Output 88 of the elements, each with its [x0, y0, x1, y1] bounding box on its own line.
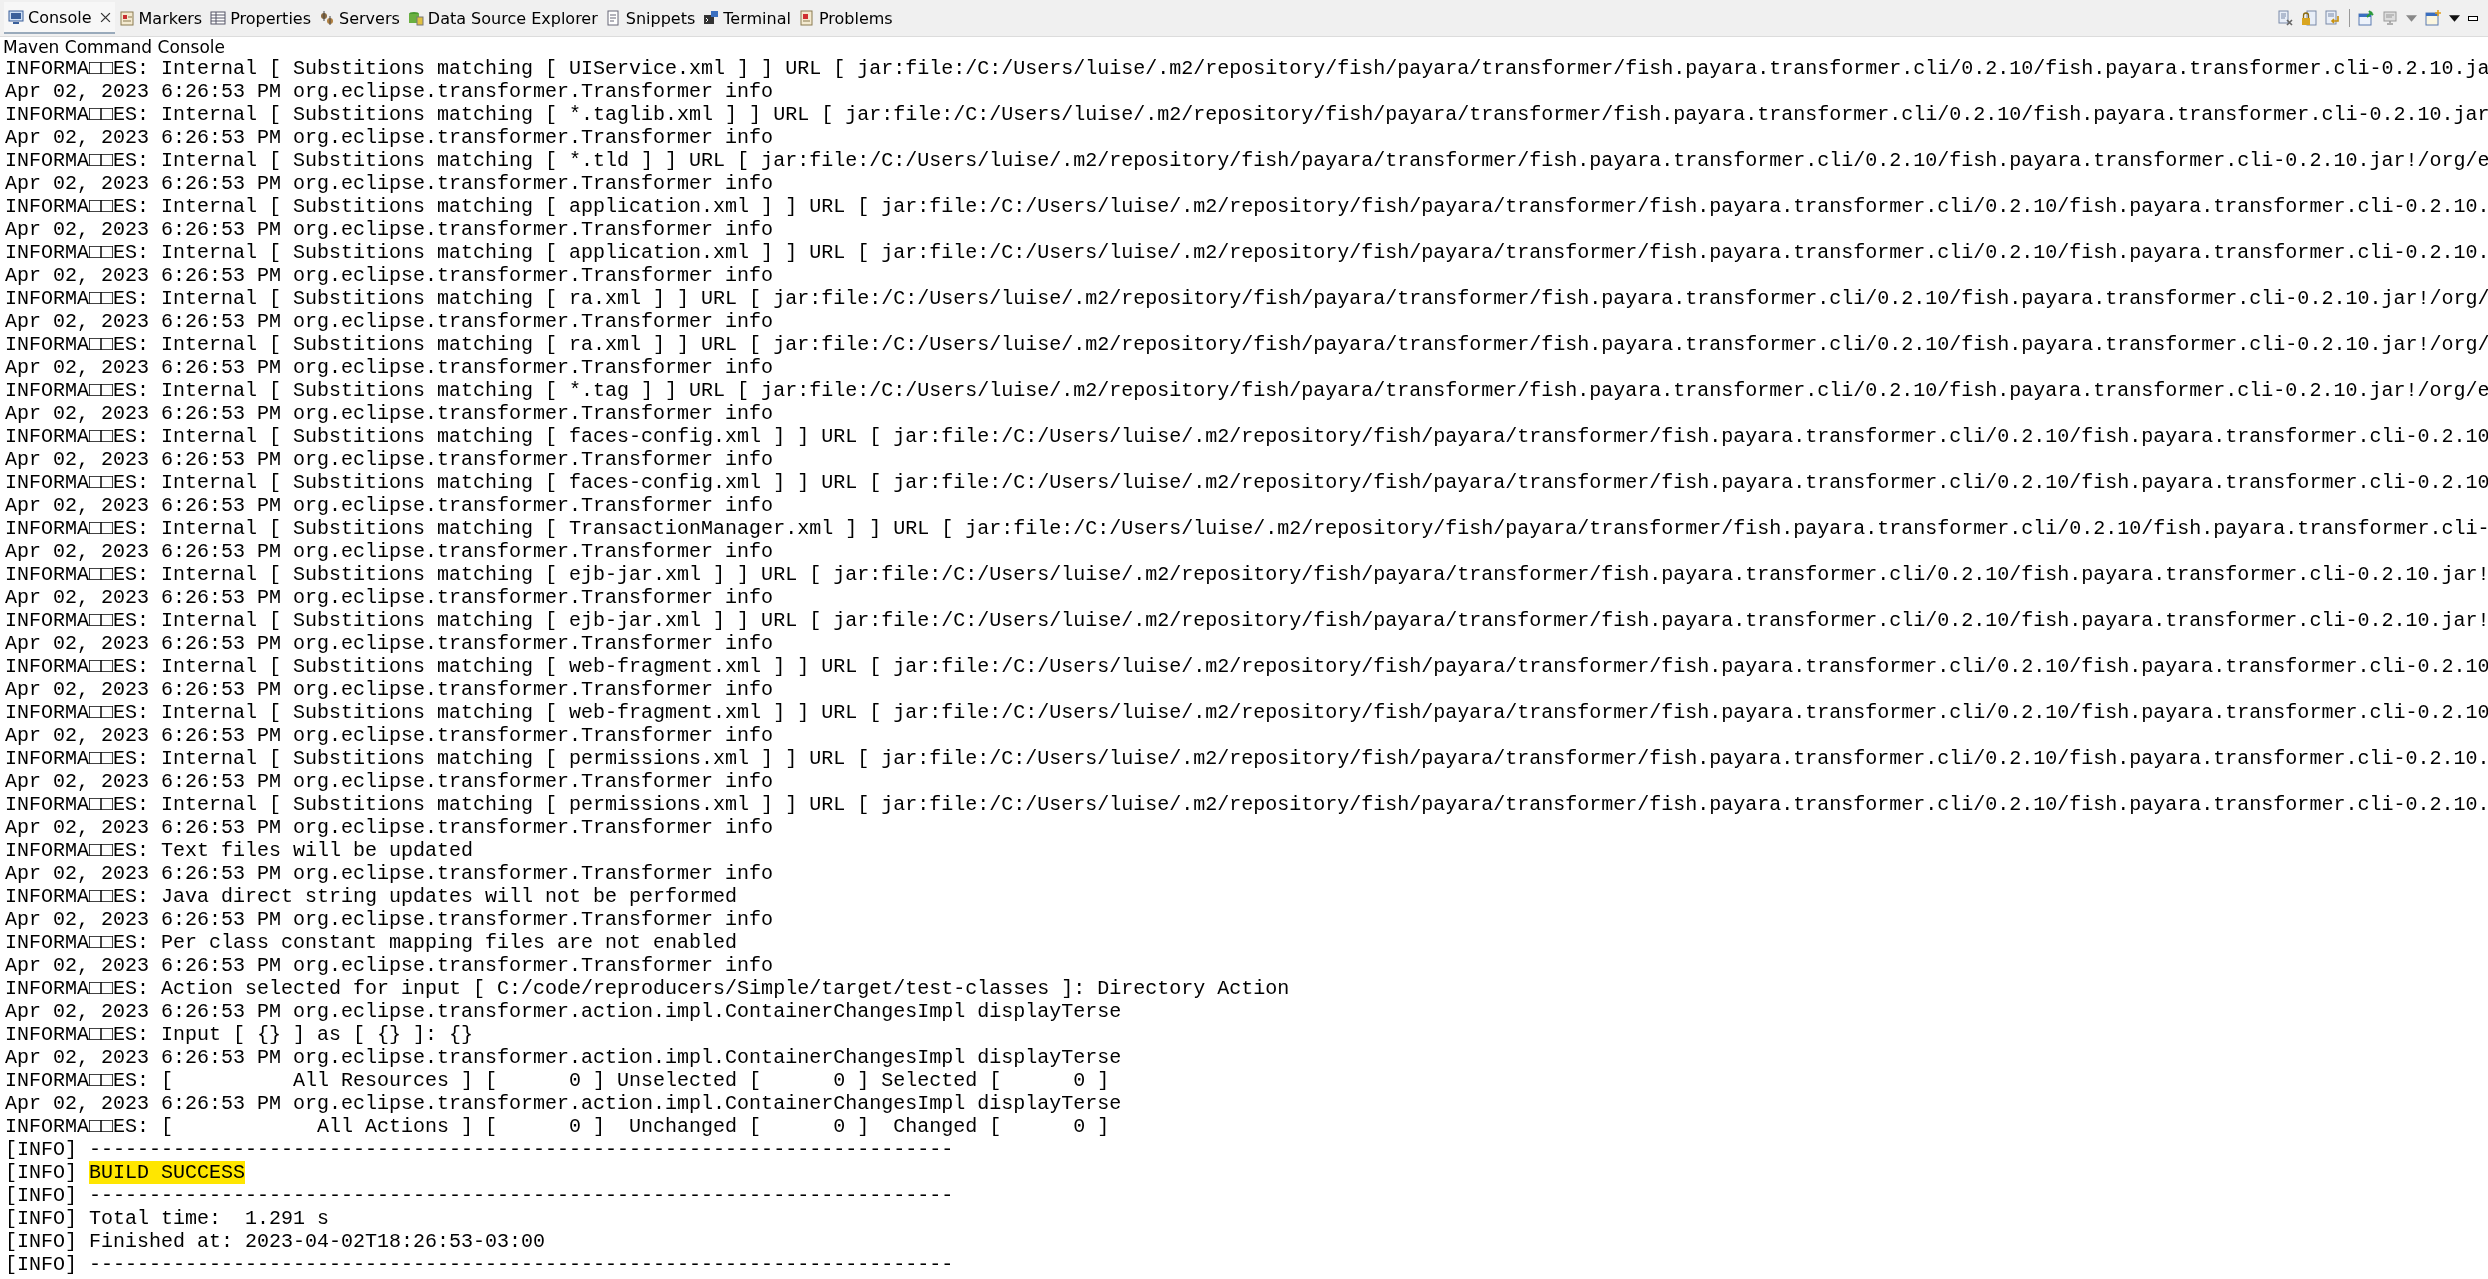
log-line: Apr 02, 2023 6:26:53 PM org.eclipse.transformer.Transformer info: [5, 724, 774, 747]
log-line: Apr 02, 2023 6:26:53 PM org.eclipse.transformer.Transformer info: [5, 218, 774, 241]
log-line: [INFO] ------------------------------------------------------------------------: [5, 1138, 954, 1161]
log-line: Apr 02, 2023 6:26:53 PM org.eclipse.transformer.action.impl.ContainerChangesImpl displayTerse: [5, 1092, 1122, 1115]
lock-icon[interactable]: [2301, 10, 2317, 26]
log-line: INFORMA□□ES: Internal [ Substitions matching [ ra.xml ] ] URL [ jar:file:/C:/Users/luise/.m2/repository/fish/payara/transformer/fish.payara.transformer.cli/0.2.10/fish.payara.transformer.cli-0.2.10.jar!/org/: [5, 333, 2488, 356]
view-tab[interactable]: Console: [4, 2, 115, 34]
view-menu-icon[interactable]: [2449, 14, 2460, 22]
log-text: [INFO]: [5, 1161, 77, 1184]
view-tab[interactable]: Terminal: [699, 3, 795, 33]
log-line: Apr 02, 2023 6:26:53 PM org.eclipse.transformer.Transformer info: [5, 494, 774, 517]
tab-label[interactable]: Problems: [818, 8, 893, 28]
log-line: Apr 02, 2023 6:26:53 PM org.eclipse.transformer.Transformer info: [5, 402, 774, 425]
view-tab[interactable]: Markers: [114, 3, 207, 33]
log-line: INFORMA□□ES: Internal [ Substitions matching [ TransactionManager.xml ] ] URL [ jar:file:/C:/Users/luise/.m2/repository/fish/payara/transformer/fish.payara.transformer.cli/0.2.10/fish.payara.transformer.cli-: [5, 517, 2488, 540]
console-title: Maven Command Console: [2, 37, 226, 57]
tab-label[interactable]: Data Source Explorer: [427, 8, 598, 28]
new-window-icon[interactable]: [2425, 10, 2441, 26]
log-line: Apr 02, 2023 6:26:53 PM org.eclipse.transformer.Transformer info: [5, 356, 774, 379]
log-line: Apr 02, 2023 6:26:53 PM org.eclipse.transformer.Transformer info: [5, 586, 774, 609]
log-line: Apr 02, 2023 6:26:53 PM org.eclipse.transformer.Transformer info: [5, 862, 774, 885]
log-line: [INFO] ------------------------------------------------------------------------: [5, 1184, 954, 1207]
tab-label[interactable]: Terminal: [723, 8, 791, 28]
tab-label[interactable]: Snippets: [625, 8, 696, 28]
close-icon[interactable]: [99, 11, 111, 23]
log-line: Apr 02, 2023 6:26:53 PM org.eclipse.transformer.Transformer info: [5, 448, 774, 471]
document-icon: [605, 10, 622, 26]
log-line: Apr 02, 2023 6:26:53 PM org.eclipse.transformer.Transformer info: [5, 632, 774, 655]
tab-label[interactable]: Properties: [230, 8, 311, 28]
log-line: INFORMA□□ES: Internal [ Substitions matching [ ejb-jar.xml ] ] URL [ jar:file:/C:/Users/luise/.m2/repository/fish/payara/transformer/fish.payara.transformer.cli/0.2.10/fish.payara.transformer.cli-0.2.10.jar!: [5, 563, 2488, 586]
highlighted-text: BUILD SUCCESS: [89, 1161, 246, 1184]
tab-label[interactable]: Markers: [138, 8, 203, 28]
log-line: [INFO] Total time: 1.291 s: [5, 1207, 330, 1230]
minimize-icon[interactable]: [2468, 15, 2478, 21]
log-line: Apr 02, 2023 6:26:53 PM org.eclipse.transformer.action.impl.ContainerChangesImpl displayTerse: [5, 1000, 1122, 1023]
log-line: Apr 02, 2023 6:26:53 PM org.eclipse.transformer.Transformer info: [5, 126, 774, 149]
log-line: Apr 02, 2023 6:26:53 PM org.eclipse.transformer.Transformer info: [5, 310, 774, 333]
log-line: INFORMA□□ES: Internal [ Substitions matching [ UIService.xml ] ] URL [ jar:file:/C:/Users/luise/.m2/repository/fish/payara/transformer/fish.payara.transformer.cli/0.2.10/fish.payara.transformer.cli-0.2.10.ja: [5, 57, 2488, 80]
log-line: INFORMA□□ES: Input [ {} ] as [ {} ]: {}: [5, 1023, 474, 1046]
pin-icon[interactable]: [2358, 10, 2374, 26]
database-icon: [407, 10, 424, 26]
log-line: INFORMA□□ES: Java direct string updates will not be performed: [5, 885, 738, 908]
log-line: [INFO] ------------------------------------------------------------------------: [5, 1253, 954, 1276]
log-line: Apr 02, 2023 6:26:53 PM org.eclipse.transformer.Transformer info: [5, 80, 774, 103]
log-line: INFORMA□□ES: Internal [ Substitions matching [ permissions.xml ] ] URL [ jar:file:/C:/Users/luise/.m2/repository/fish/payara/transformer/fish.payara.transformer.cli/0.2.10/fish.payara.transformer.cli-0.2.10.: [5, 747, 2488, 770]
log-line: INFORMA□□ES: Internal [ Substitions matching [ application.xml ] ] URL [ jar:file:/C:/Users/luise/.m2/repository/fish/payara/transformer/fish.payara.transformer.cli/0.2.10/fish.payara.transformer.cli-0.2.10.: [5, 195, 2488, 218]
log-line: Apr 02, 2023 6:26:53 PM org.eclipse.transformer.Transformer info: [5, 770, 774, 793]
log-line: Apr 02, 2023 6:26:53 PM org.eclipse.transformer.Transformer info: [5, 678, 774, 701]
log-line: INFORMA□□ES: Internal [ Substitions matching [ ejb-jar.xml ] ] URL [ jar:file:/C:/Users/luise/.m2/repository/fish/payara/transformer/fish.payara.transformer.cli/0.2.10/fish.payara.transformer.cli-0.2.10.jar!: [5, 609, 2488, 632]
log-line: INFORMA□□ES: Internal [ Substitions matching [ *.tld ] ] URL [ jar:file:/C:/Users/luise/.m2/repository/fish/payara/transformer/fish.payara.transformer.cli/0.2.10/fish.payara.transformer.cli-0.2.10.jar!/org/e: [5, 149, 2488, 172]
log-line: INFORMA□□ES: Internal [ Substitions matching [ *.taglib.xml ] ] URL [ jar:file:/C:/Users/luise/.m2/repository/fish/payara/transformer/fish.payara.transformer.cli/0.2.10/fish.payara.transformer.cli-0.2.10.jar: [5, 103, 2488, 126]
log-line: INFORMA□□ES: [ All Resources ] [ 0 ] Unselected [ 0 ] Selected [ 0 ]: [5, 1069, 1110, 1092]
log-line: Apr 02, 2023 6:26:53 PM org.eclipse.transformer.Transformer info: [5, 264, 774, 287]
log-line: INFORMA□□ES: Internal [ Substitions matching [ web-fragment.xml ] ] URL [ jar:file:/C:/Users/luise/.m2/repository/fish/payara/transformer/fish.payara.transformer.cli/0.2.10/fish.payara.transformer.cli-0.2.10: [5, 701, 2488, 724]
log-line: Apr 02, 2023 6:26:53 PM org.eclipse.transformer.Transformer info: [5, 540, 774, 563]
log-line: INFORMA□□ES: Internal [ Substitions matching [ faces-config.xml ] ] URL [ jar:file:/C:/Users/luise/.m2/repository/fish/payara/transformer/fish.payara.transformer.cli/0.2.10/fish.payara.transformer.cli-0.2.10: [5, 425, 2488, 448]
view-tab[interactable]: Properties: [206, 3, 315, 33]
log-line: INFORMA□□ES: Internal [ Substitions matching [ web-fragment.xml ] ] URL [ jar:file:/C:/Users/luise/.m2/repository/fish/payara/transformer/fish.payara.transformer.cli/0.2.10/fish.payara.transformer.cli-0.2.10: [5, 655, 2488, 678]
view-tab[interactable]: Problems: [794, 3, 897, 33]
log-line: Apr 02, 2023 6:26:53 PM org.eclipse.transformer.Transformer info: [5, 908, 774, 931]
log-line: INFORMA□□ES: Internal [ Substitions matching [ ra.xml ] ] URL [ jar:file:/C:/Users/luise/.m2/repository/fish/payara/transformer/fish.payara.transformer.cli/0.2.10/fish.payara.transformer.cli-0.2.10.jar!/org/: [5, 287, 2488, 310]
log-line: Apr 02, 2023 6:26:53 PM org.eclipse.transformer.Transformer info: [5, 954, 774, 977]
log-line: Apr 02, 2023 6:26:53 PM org.eclipse.transformer.action.impl.ContainerChangesImpl displayTerse: [5, 1046, 1122, 1069]
gears-icon: [319, 10, 335, 26]
table-icon: [210, 10, 227, 26]
terminal-icon: [703, 10, 720, 26]
log-line: INFORMA□□ES: Per class constant mapping files are not enabled: [5, 931, 738, 954]
dropdown-caret-icon[interactable]: [2406, 14, 2417, 22]
tab-label[interactable]: Servers: [339, 8, 400, 28]
document-icon: [798, 10, 815, 26]
log-line: [INFO] Finished at: 2023-04-02T18:26:53-03:00: [5, 1230, 546, 1253]
view-tab[interactable]: Data Source Explorer: [403, 3, 602, 33]
log-line: INFORMA□□ES: Internal [ Substitions matching [ application.xml ] ] URL [ jar:file:/C:/Users/luise/.m2/repository/fish/payara/transformer/fish.payara.transformer.cli/0.2.10/fish.payara.transformer.cli-0.2.10.: [5, 241, 2488, 264]
word-wrap-icon[interactable]: [2325, 10, 2341, 26]
log-line: INFORMA□□ES: Text files will be updated: [5, 839, 474, 862]
log-line: INFORMA□□ES: Internal [ Substitions matching [ *.tag ] ] URL [ jar:file:/C:/Users/luise/.m2/repository/fish/payara/transformer/fish.payara.transformer.cli/0.2.10/fish.payara.transformer.cli-0.2.10.jar!/org/e: [5, 379, 2488, 402]
log-line: INFORMA□□ES: [ All Actions ] [ 0 ] Unchanged [ 0 ] Changed [ 0 ]: [5, 1115, 1110, 1138]
monitor-icon: [8, 9, 24, 25]
log-line: INFORMA□□ES: Action selected for input [ C:/code/reproducers/Simple/target/test-classes ]: Directory Action: [5, 977, 1290, 1000]
log-line: INFORMA□□ES: Internal [ Substitions matching [ faces-config.xml ] ] URL [ jar:file:/C:/Users/luise/.m2/repository/fish/payara/transformer/fish.payara.transformer.cli/0.2.10/fish.payara.transformer.cli-0.2.10: [5, 471, 2488, 494]
view-tab[interactable]: Servers: [315, 3, 404, 33]
log-line: INFORMA□□ES: Internal [ Substitions matching [ permissions.xml ] ] URL [ jar:file:/C:/Users/luise/.m2/repository/fish/payara/transformer/fish.payara.transformer.cli/0.2.10/fish.payara.transformer.cli-0.2.10.: [5, 793, 2488, 816]
clipboard-icon: [118, 10, 135, 26]
clear-console-icon[interactable]: [2277, 10, 2293, 26]
log-line: Apr 02, 2023 6:26:53 PM org.eclipse.transformer.Transformer info: [5, 172, 774, 195]
view-tab[interactable]: Snippets: [601, 3, 700, 33]
tab-label[interactable]: Console: [28, 7, 92, 27]
log-line: Apr 02, 2023 6:26:53 PM org.eclipse.transformer.Transformer info: [5, 816, 774, 839]
